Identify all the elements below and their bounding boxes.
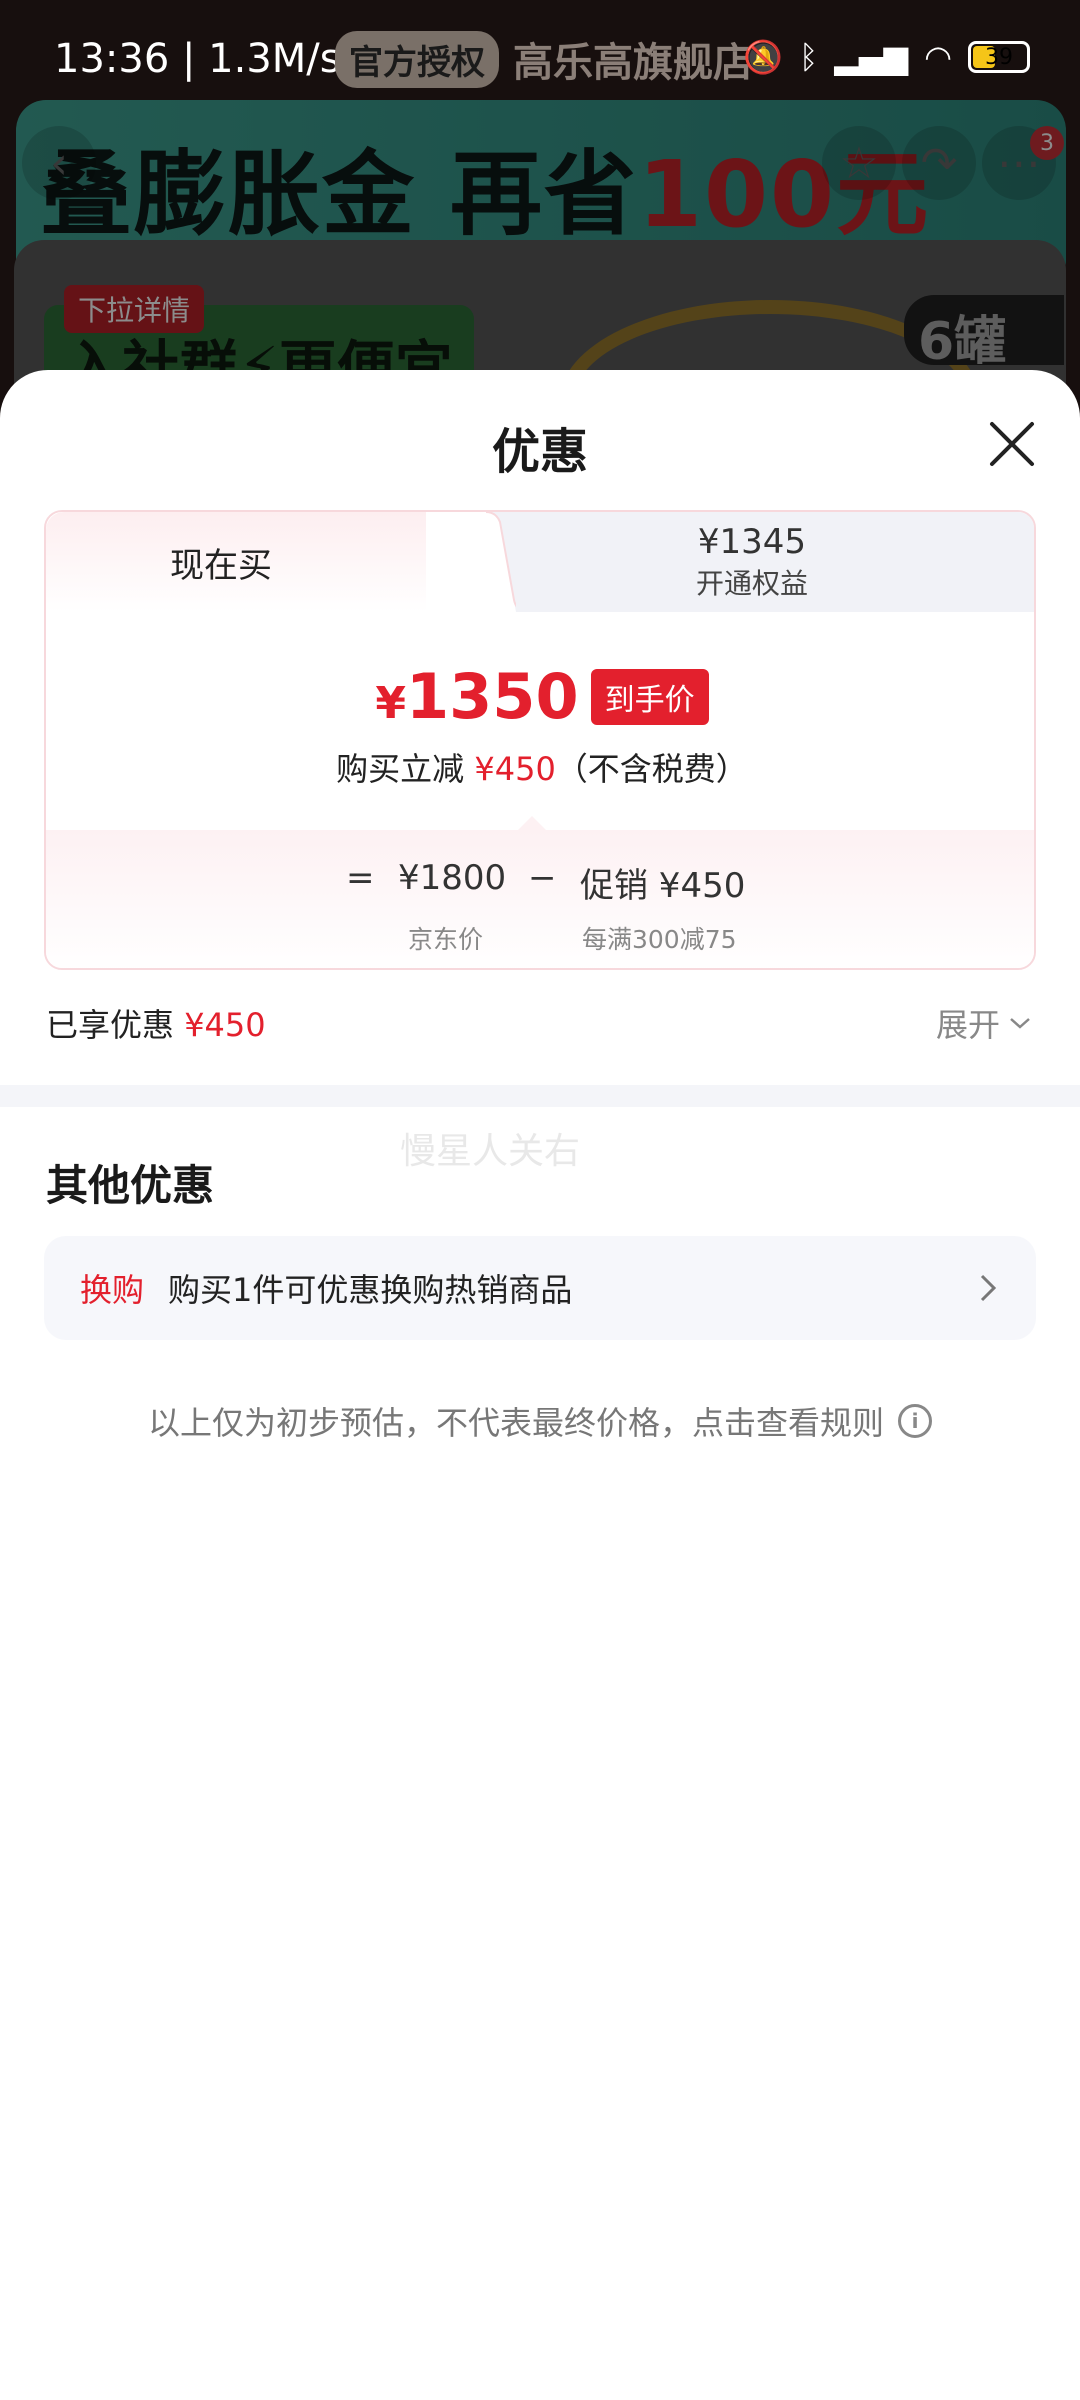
tab-membership[interactable]: ¥1345 开通权益: [466, 512, 1034, 612]
promo-amount: 促销 ¥450: [580, 866, 746, 906]
calc-equals: =: [346, 858, 375, 898]
info-icon: i: [898, 1404, 932, 1438]
offer-text: 购买1件可优惠换购热销商品: [168, 1271, 573, 1309]
battery-icon: 39: [968, 41, 1030, 73]
status-time: 13:36 | 1.3M/s: [54, 36, 341, 82]
status-bar: 13:36 | 1.3M/s 官方授权 高乐高旗舰店 🔕 ᛒ ▂▄▆ ◠ 39: [0, 0, 1080, 126]
bluetooth-icon: ᛒ: [799, 38, 819, 76]
signal-icon: ▂▄▆: [834, 38, 909, 76]
tab-membership-price: ¥1345: [697, 522, 807, 562]
section-divider: [0, 1085, 1080, 1107]
other-offers-title: 其他优惠: [46, 1161, 215, 1210]
store-header: 官方授权 高乐高旗舰店: [335, 30, 753, 88]
auth-badge: 官方授权: [335, 30, 499, 88]
tab-divider-curve: [426, 512, 516, 612]
rules-note[interactable]: 以上仅为初步预估，不代表最终价格，点击查看规则 i: [0, 1398, 1080, 1444]
jd-price-caption: 京东价: [408, 925, 484, 954]
price-tabs: ¥1345 开通权益 现在买: [46, 512, 1034, 612]
final-price-tag: 到手价: [590, 668, 709, 725]
calc-pointer: [516, 816, 548, 832]
sheet-title: 优惠: [491, 424, 588, 480]
tab-membership-label: 开通权益: [695, 567, 808, 600]
promo-caption: 每满300减75: [582, 925, 737, 954]
calc-minus: −: [528, 858, 557, 898]
jd-price: ¥1800: [398, 858, 507, 898]
mute-icon: 🔕: [743, 38, 784, 76]
chevron-down-icon: [1010, 1018, 1030, 1029]
store-name[interactable]: 高乐高旗舰店: [513, 30, 753, 88]
price-calculation: = ¥1800 京东价 − 促销 ¥450 每满300减75: [46, 816, 1034, 968]
expand-button[interactable]: 展开: [936, 1000, 1032, 1046]
close-icon[interactable]: [984, 416, 1040, 472]
wifi-icon: ◠: [924, 38, 952, 76]
offer-tag: 换购: [80, 1271, 145, 1309]
chevron-right-icon: [980, 1274, 997, 1302]
status-icons: 🔕 ᛒ ▂▄▆ ◠ 39: [743, 38, 1030, 76]
final-price: ¥1350: [375, 660, 579, 733]
tab-buy-now-label: 现在买: [170, 545, 272, 586]
discount-sheet: 优惠 ¥1345 开通权益 现在买 ¥1350 到手价 购买立减 ¥450（不含…: [0, 370, 1080, 2400]
watermark-text: 慢星人关右: [400, 1131, 581, 1172]
tab-buy-now[interactable]: 现在买: [46, 512, 486, 612]
price-card: ¥1345 开通权益 现在买 ¥1350 到手价 购买立减 ¥450（不含税费）…: [44, 510, 1036, 970]
enjoyed-discount: 已享优惠 ¥450: [46, 1006, 266, 1044]
trade-in-offer[interactable]: 换购 购买1件可优惠换购热销商品: [44, 1236, 1036, 1340]
discount-summary: 购买立减 ¥450（不含税费）: [336, 750, 748, 788]
final-price-row: ¥1350 到手价: [46, 660, 1034, 733]
